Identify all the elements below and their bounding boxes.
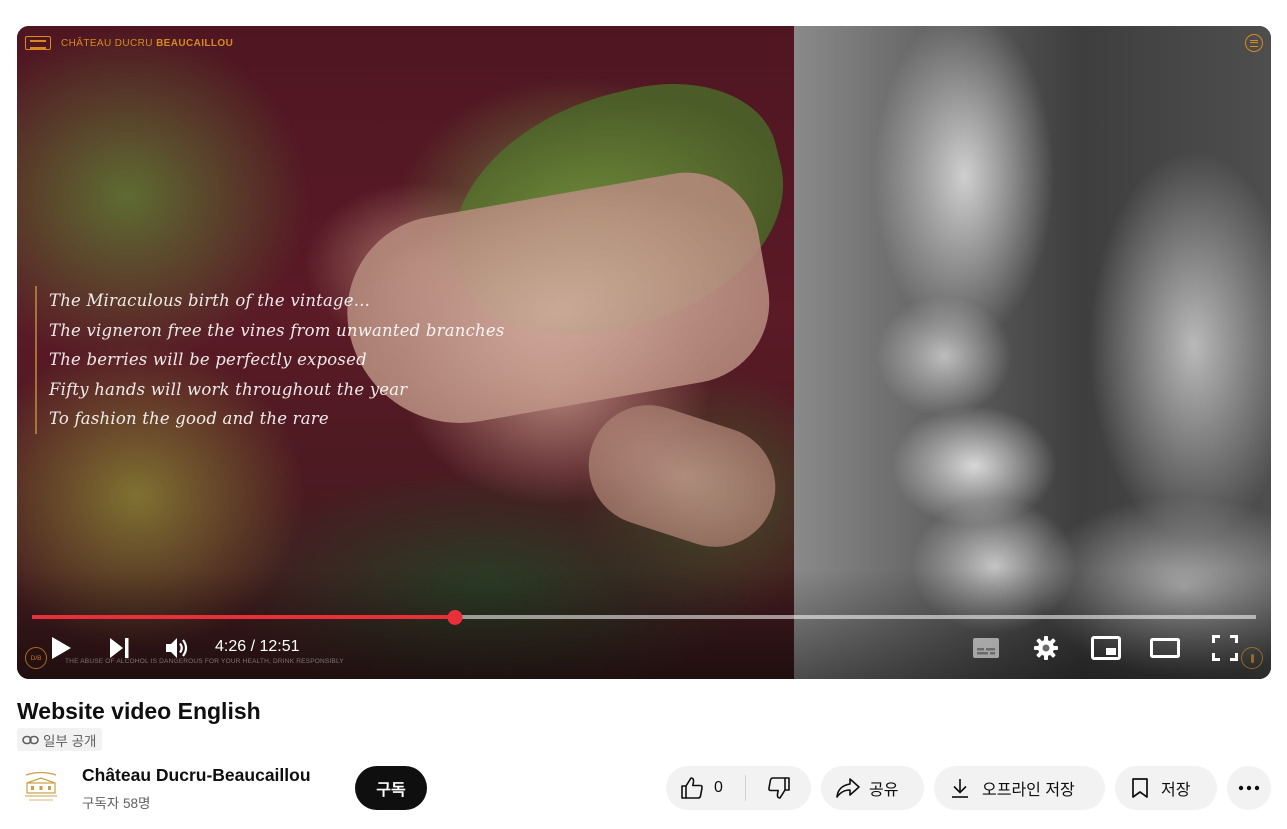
subscriber-count: 구독자 58명 — [82, 796, 151, 811]
offline-save-button[interactable]: 오프라인 저장 — [934, 766, 1105, 810]
volume-icon — [166, 638, 188, 658]
brand-badge: D/B — [25, 647, 47, 669]
volume-button[interactable] — [163, 632, 193, 664]
miniplayer-icon — [1091, 636, 1121, 660]
fullscreen-icon — [1212, 635, 1238, 661]
subtitles-button[interactable] — [969, 632, 1003, 664]
more-actions-button[interactable] — [1227, 766, 1271, 810]
poem-overlay: The Miraculous birth of the vintage... T… — [35, 286, 505, 434]
play-button[interactable] — [47, 632, 75, 664]
progress-bar[interactable] — [32, 609, 1256, 625]
fullscreen-button[interactable] — [1210, 632, 1240, 664]
like-button[interactable]: 0 — [666, 766, 745, 810]
channel-name[interactable]: Château Ducru-Beaucaillou — [82, 765, 311, 786]
settings-icon — [1034, 636, 1058, 660]
next-button[interactable] — [106, 632, 132, 664]
share-label: 공유 — [869, 782, 899, 799]
time-display: 4:26 / 12:51 — [215, 638, 300, 655]
theater-mode-icon — [1150, 638, 1180, 658]
brand-badge-right — [1241, 647, 1263, 669]
visibility-label: 일부 공개 — [43, 733, 97, 749]
subtitles-icon — [973, 638, 999, 658]
poem-line: The berries will be perfectly exposed — [49, 350, 367, 369]
poem-line: The Miraculous birth of the vintage... — [49, 291, 371, 310]
save-button[interactable]: 저장 — [1115, 766, 1217, 810]
download-icon — [952, 779, 968, 798]
poem-line: The vigneron free the vines from unwante… — [49, 320, 505, 340]
settings-button[interactable] — [1030, 632, 1062, 664]
theater-mode-button[interactable] — [1148, 632, 1182, 664]
share-icon — [836, 778, 860, 798]
offline-label: 오프라인 저장 — [982, 782, 1075, 799]
save-label: 저장 — [1161, 782, 1191, 799]
visibility-badge: 일부 공개 — [17, 728, 103, 751]
poem-line: To fashion the good and the rare — [49, 409, 329, 428]
next-icon — [110, 638, 129, 658]
link-icon — [22, 735, 39, 744]
chateau-logo — [25, 771, 57, 801]
poem-line: Fifty hands will work throughout the yea… — [49, 379, 408, 399]
bookmark-icon — [1132, 778, 1148, 798]
play-icon — [52, 637, 71, 659]
progress-scrubber[interactable] — [447, 609, 463, 625]
progress-played — [32, 615, 455, 619]
thumbs-up-icon — [681, 777, 703, 799]
like-dislike-group: 0 — [666, 766, 811, 810]
video-menu-icon — [1245, 34, 1263, 52]
video-title: Website video English — [17, 698, 261, 724]
video-brand-logo: CHÂTEAU DUCRU BEAUCAILLOU — [25, 36, 233, 50]
miniplayer-button[interactable] — [1089, 632, 1123, 664]
more-icon — [1238, 785, 1260, 791]
share-button[interactable]: 공유 — [821, 766, 924, 810]
chateau-icon — [25, 36, 51, 50]
subscribe-button[interactable]: 구독 — [355, 766, 427, 810]
dislike-button[interactable] — [746, 766, 811, 810]
channel-avatar[interactable] — [17, 763, 65, 811]
video-player[interactable]: CHÂTEAU DUCRU BEAUCAILLOU The Miraculous… — [17, 26, 1271, 679]
thumbs-down-icon — [767, 777, 790, 799]
like-count: 0 — [714, 779, 723, 796]
